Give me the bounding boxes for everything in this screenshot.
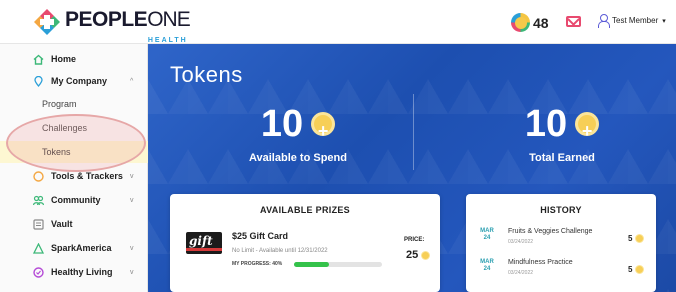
history-value: 5 — [628, 234, 633, 243]
sidebar-item-label: Vault — [51, 219, 73, 229]
home-icon — [33, 54, 44, 65]
logo-wordmark: PEOPLEONE HEALTH — [65, 8, 191, 44]
history-date: MAR 24 — [478, 228, 496, 242]
card-title: AVAILABLE PRIZES — [260, 205, 350, 215]
mail-icon[interactable] — [566, 16, 581, 27]
earned-value-row: 10 — [524, 103, 600, 151]
available-prizes-card: AVAILABLE PRIZES gift $25 Gift Card No L… — [170, 194, 440, 292]
gift-card-image[interactable]: gift — [186, 232, 222, 254]
price-label: PRICE: — [404, 237, 425, 243]
history-day: 24 — [483, 235, 491, 241]
available-stat: 10 Available to Spend — [208, 104, 388, 164]
healthy-living-icon — [33, 266, 44, 278]
chevron-down-icon: ▾ — [662, 17, 666, 25]
earned-stat: 10 Total Earned — [472, 104, 652, 164]
history-value-row: 5 — [628, 234, 645, 243]
history-name: Mindfulness Practice — [508, 259, 573, 266]
card-title: HISTORY — [540, 205, 582, 215]
prize-availability: No Limit - Available until 12/31/2022 — [232, 248, 328, 254]
logo-cross-icon — [33, 8, 61, 36]
annotation-highlight-ellipse — [6, 114, 146, 172]
prize-name[interactable]: $25 Gift Card — [232, 231, 288, 241]
history-row[interactable]: MAR 24 Fruits & Veggies Challenge 03/24/… — [466, 228, 656, 256]
header-token-count: 48 — [533, 14, 549, 31]
token-coin-icon — [421, 250, 431, 260]
sidebar-item-community[interactable]: Community v — [0, 189, 148, 211]
sidebar-item-label: Home — [51, 54, 77, 64]
hero-divider — [413, 94, 414, 170]
earned-value: 10 — [524, 103, 568, 145]
history-card: HISTORY MAR 24 Fruits & Veggies Challeng… — [466, 194, 656, 292]
progress-label: MY PROGRESS: 40% — [232, 261, 283, 267]
user-name: Test Member — [612, 16, 659, 25]
history-month: MAR — [480, 228, 494, 234]
token-coin-icon — [311, 111, 336, 151]
chevron-down-icon: v — [130, 244, 134, 252]
chevron-down-icon: v — [130, 172, 134, 180]
user-icon — [598, 14, 610, 28]
sidebar-item-label: My Company — [51, 76, 108, 86]
chevron-down-icon: v — [130, 196, 134, 204]
price-value: 25 — [406, 249, 419, 261]
history-full-date: 03/24/2022 — [508, 239, 534, 245]
token-coin-icon — [635, 265, 645, 274]
history-full-date: 03/24/2022 — [508, 270, 534, 276]
sidebar-item-healthy-living[interactable]: Healthy Living v — [0, 261, 148, 283]
available-label: Available to Spend — [248, 152, 347, 164]
progress-bar — [294, 262, 382, 267]
community-icon — [33, 195, 44, 206]
chevron-up-icon: ^ — [130, 77, 134, 85]
token-coin-icon — [575, 111, 600, 151]
top-header: PEOPLEONE HEALTH 48 Test Member ▾ — [0, 0, 676, 44]
chevron-down-icon: v — [130, 268, 134, 276]
peopleone-logo[interactable]: PEOPLEONE HEALTH — [33, 8, 191, 44]
logo-text-one: ONE — [147, 8, 191, 31]
history-row[interactable]: MAR 24 Mindfulness Practice 03/24/2022 5 — [466, 259, 656, 287]
sidebar-nav: Home My Company ^ Program Challenges Tok… — [0, 44, 148, 292]
logo-text-people: PEOPLE — [65, 8, 148, 31]
history-date: MAR 24 — [478, 259, 496, 273]
tools-icon — [33, 170, 44, 182]
page-title: Tokens — [170, 62, 243, 87]
sidebar-subitem-program[interactable]: Program — [0, 93, 148, 115]
available-value: 10 — [260, 103, 304, 145]
history-month: MAR — [480, 259, 494, 265]
progress-fill — [294, 262, 330, 267]
history-day: 24 — [483, 266, 491, 272]
history-value-row: 5 — [628, 265, 645, 274]
sidebar-item-home[interactable]: Home — [0, 48, 148, 70]
sidebar-item-label: Community — [51, 195, 101, 205]
vault-icon — [33, 218, 44, 230]
price-value-row: 25 — [406, 249, 431, 261]
header-token-counter[interactable]: 48 — [511, 13, 549, 32]
sidebar-subitem-label: Program — [42, 99, 77, 109]
user-menu[interactable]: Test Member ▾ — [598, 14, 666, 28]
token-coin-icon — [635, 234, 645, 243]
sidebar-item-label: Healthy Living — [51, 267, 113, 277]
sidebar-item-label: Tools & Trackers — [51, 171, 123, 181]
earned-label: Total Earned — [529, 152, 595, 164]
history-name: Fruits & Veggies Challenge — [508, 228, 593, 235]
history-value: 5 — [628, 265, 633, 274]
location-icon — [33, 75, 44, 87]
sidebar-item-sparkamerica[interactable]: SparkAmerica v — [0, 237, 148, 259]
sidebar-item-vault[interactable]: Vault — [0, 213, 148, 235]
spark-icon — [33, 242, 44, 254]
sidebar-item-label: SparkAmerica — [51, 243, 112, 253]
available-value-row: 10 — [260, 103, 336, 151]
sidebar-item-my-company[interactable]: My Company ^ — [0, 70, 148, 92]
token-coin-icon — [511, 13, 530, 32]
